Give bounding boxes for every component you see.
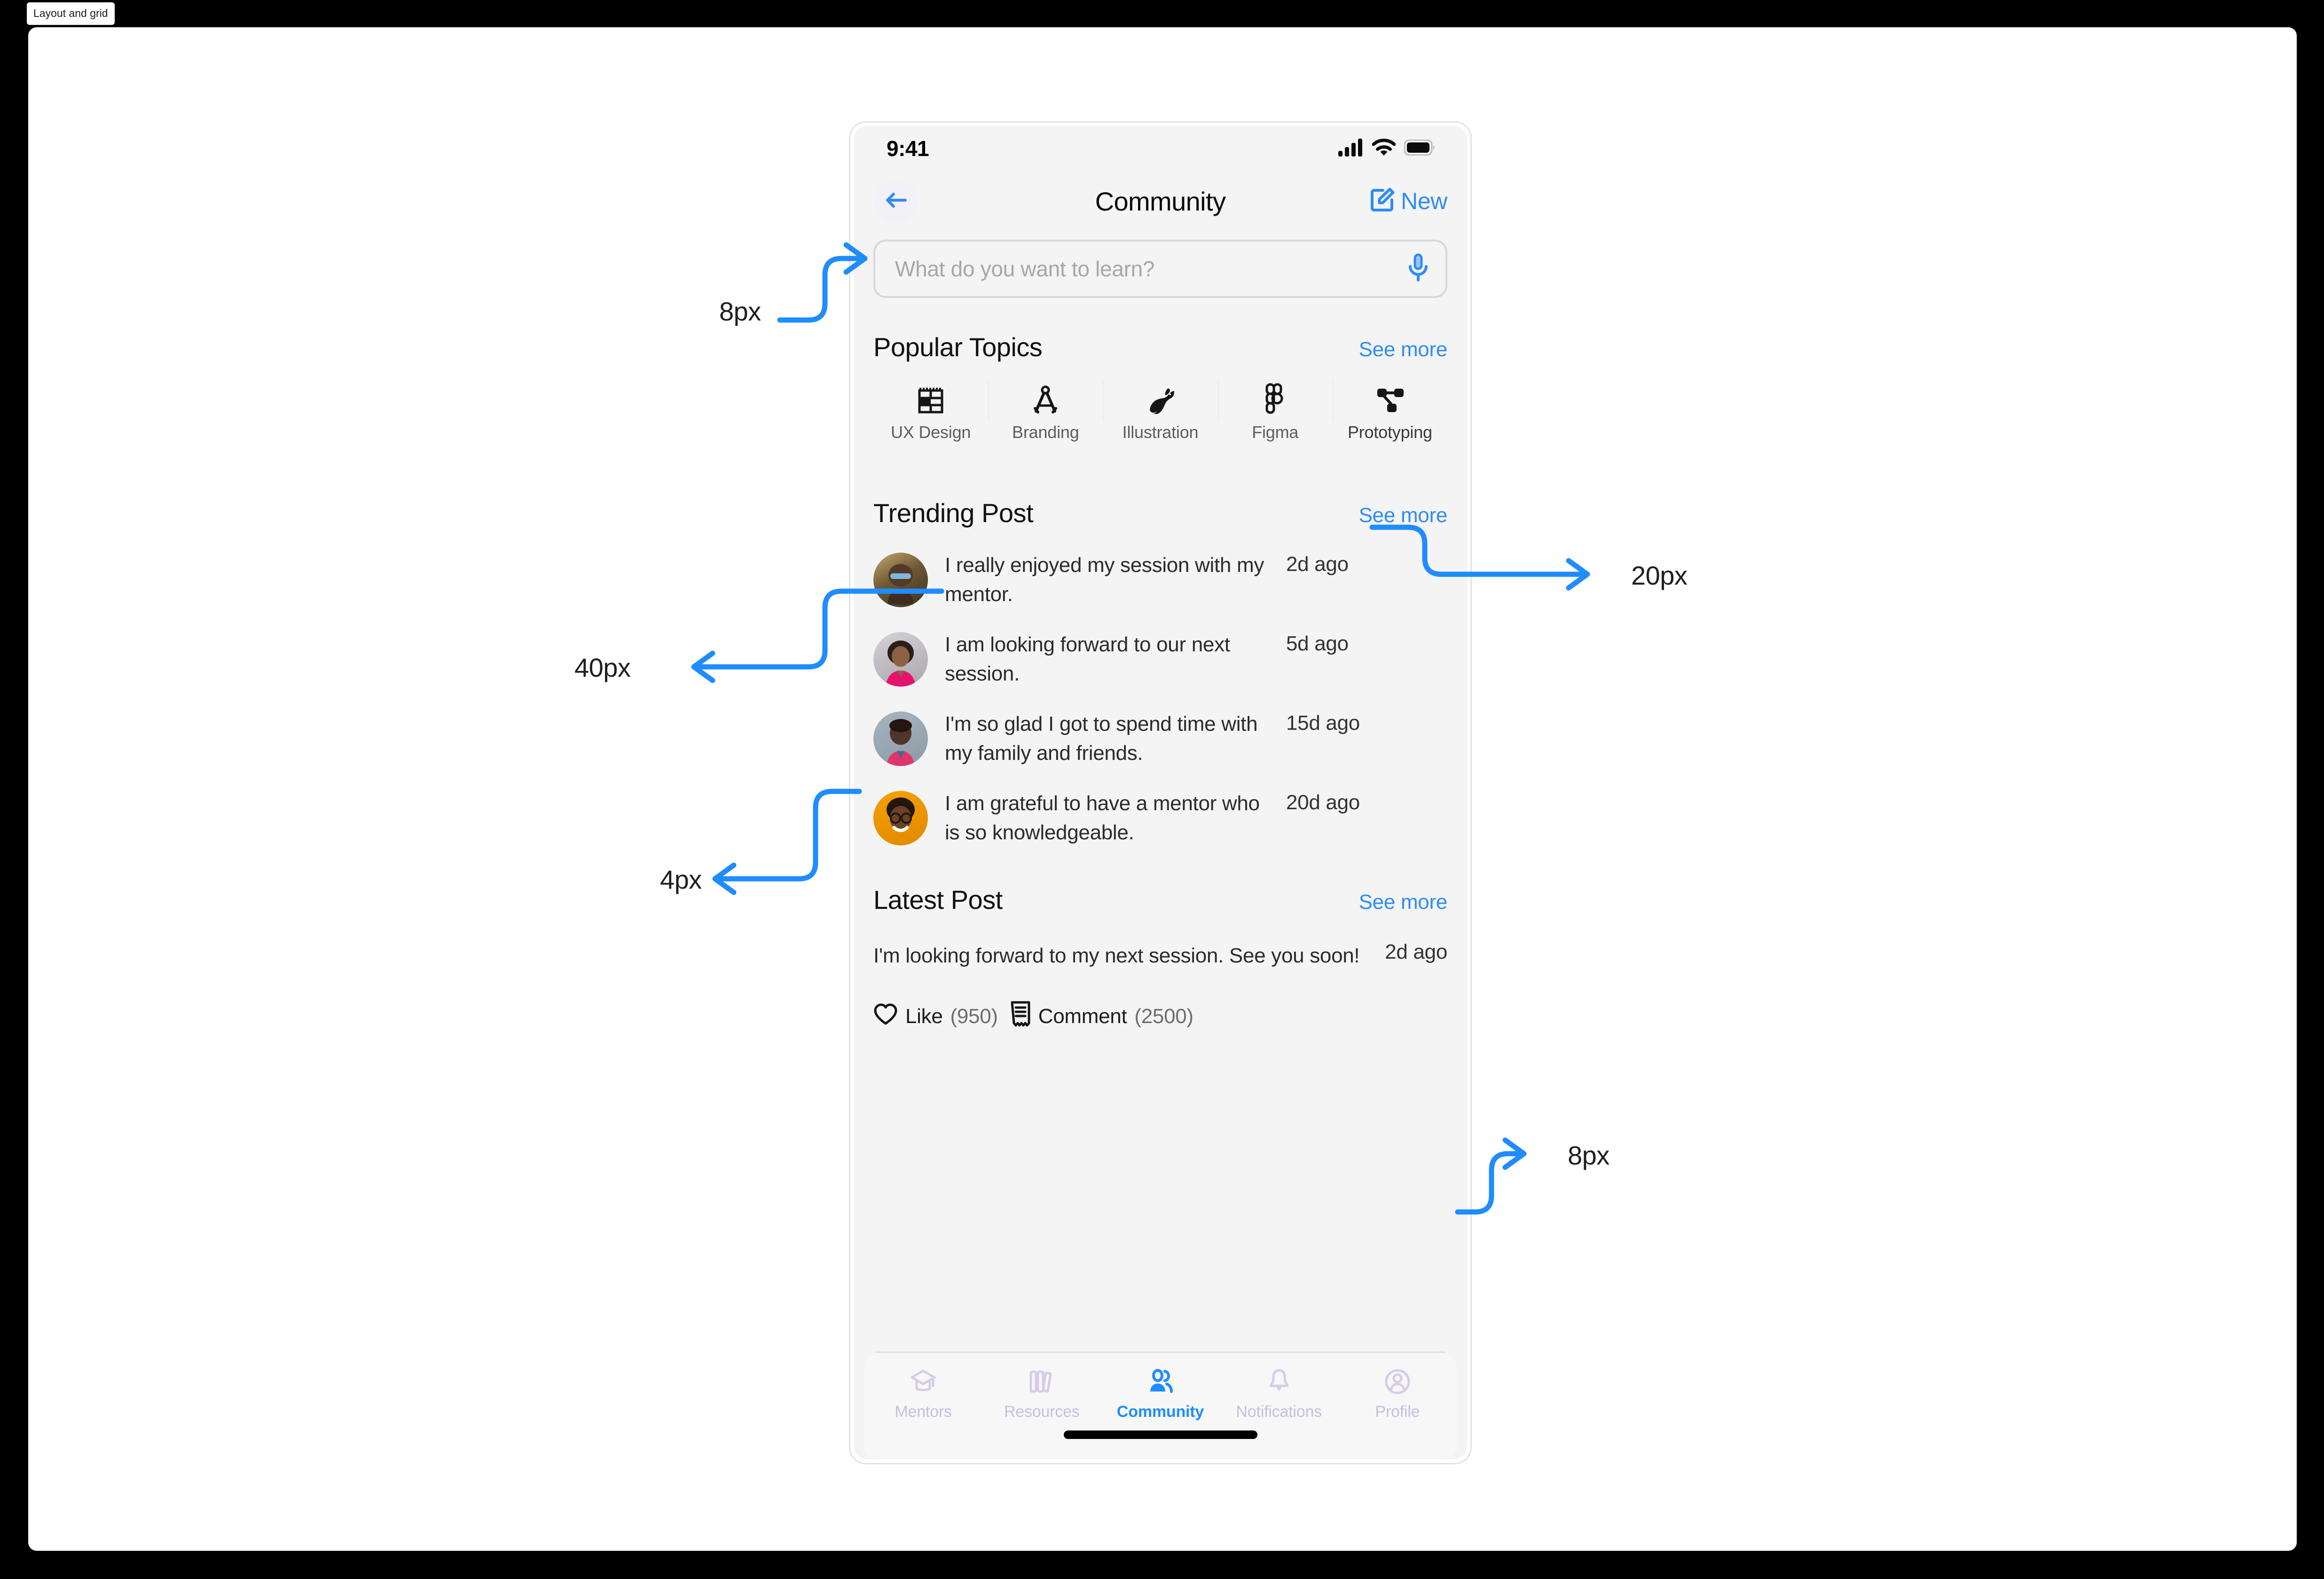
avatar (873, 711, 928, 766)
latest-post-time: 2d ago (1385, 940, 1447, 963)
list-item[interactable]: I'm so glad I got to spend time with my … (873, 699, 1447, 779)
microphone-icon[interactable] (1407, 253, 1429, 285)
graduation-cap-icon (910, 1367, 937, 1396)
flowchart-icon (1375, 377, 1405, 414)
popular-topics-title: Popular Topics (873, 332, 1043, 362)
back-button[interactable] (874, 180, 918, 223)
home-indicator (1063, 1430, 1257, 1439)
people-icon (1147, 1367, 1174, 1396)
new-post-label: New (1401, 188, 1447, 214)
tab-profile[interactable]: Profile (1338, 1367, 1457, 1421)
topic-label: Branding (1012, 422, 1079, 442)
post-text: I'm so glad I got to spend time with my … (945, 712, 1258, 765)
search-bar[interactable]: What do you want to learn? (873, 240, 1447, 298)
comment-label: Comment (1038, 1005, 1127, 1028)
arrow-left-icon (885, 190, 907, 212)
search-input[interactable]: What do you want to learn? (895, 256, 1407, 281)
bell-icon (1265, 1367, 1293, 1396)
latest-post-body: I'm looking forward to my next session. … (873, 940, 1447, 972)
popular-topics-header: Popular Topics See more (873, 332, 1447, 362)
like-label: Like (905, 1005, 943, 1028)
topic-prototyping[interactable]: Prototyping (1332, 377, 1447, 447)
post-actions: Like (950) Comment (2500) (873, 1001, 1447, 1032)
latest-post-text: I'm looking forward to my next session. … (873, 944, 1360, 967)
dove-icon (1145, 377, 1176, 414)
trending-post-title: Trending Post (873, 498, 1034, 528)
topic-label: Illustration (1122, 422, 1199, 442)
bottom-nav: Mentors Resources Community Notification… (854, 1352, 1467, 1460)
post-time: 5d ago (1286, 632, 1349, 655)
post-time: 20d ago (1286, 790, 1360, 814)
user-circle-icon (1384, 1367, 1411, 1396)
popular-topics-see-more[interactable]: See more (1359, 338, 1448, 361)
scroll-content[interactable]: What do you want to learn? Popular Topic… (854, 231, 1467, 1352)
trending-see-more[interactable]: See more (1359, 504, 1448, 527)
trending-post-list: I really enjoyed my session with my ment… (873, 540, 1447, 858)
topic-figma[interactable]: Figma (1217, 377, 1333, 447)
avatar (873, 791, 928, 846)
cellular-signal-icon (1338, 138, 1364, 159)
tab-notifications[interactable]: Notifications (1220, 1367, 1338, 1421)
list-item[interactable]: I am grateful to have a mentor who is so… (873, 779, 1447, 858)
tab-label: Profile (1375, 1403, 1420, 1421)
list-item[interactable]: I really enjoyed my session with my ment… (873, 540, 1447, 620)
list-item[interactable]: I am looking forward to our next session… (873, 620, 1447, 699)
trending-post-header: Trending Post See more (873, 498, 1447, 528)
topic-illustration[interactable]: Illustration (1103, 377, 1217, 447)
like-button[interactable]: Like (950) (873, 1003, 998, 1031)
new-post-button[interactable]: New (1369, 187, 1447, 216)
books-icon (1028, 1367, 1055, 1396)
wireframe-icon (918, 377, 943, 414)
tab-label: Community (1116, 1403, 1204, 1421)
topic-label: UX Design (890, 422, 971, 442)
compose-icon (1369, 187, 1395, 216)
topic-label: Prototyping (1347, 422, 1432, 442)
post-time: 2d ago (1286, 553, 1349, 576)
figma-icon (1265, 377, 1286, 414)
tab-label: Notifications (1236, 1403, 1322, 1421)
status-icons (1338, 138, 1435, 159)
post-time: 15d ago (1286, 711, 1360, 735)
tab-mentors[interactable]: Mentors (864, 1367, 982, 1421)
comment-count: (2500) (1134, 1005, 1193, 1028)
heart-icon (873, 1003, 898, 1031)
latest-post-header: Latest Post See more (873, 884, 1447, 915)
frame-label: Layout and grid (27, 2, 115, 25)
topics-list: UX Design Branding Illustration Figma Pr… (873, 377, 1447, 447)
like-count: (950) (950, 1005, 998, 1028)
comment-button[interactable]: Comment (2500) (1010, 1001, 1193, 1032)
nav-header: Community New (854, 171, 1467, 231)
post-text: I really enjoyed my session with my ment… (945, 554, 1264, 606)
battery-icon (1404, 139, 1435, 158)
tab-label: Mentors (895, 1403, 952, 1421)
tab-label: Resources (1004, 1403, 1080, 1421)
topic-branding[interactable]: Branding (988, 377, 1103, 447)
topic-label: Figma (1252, 422, 1299, 442)
status-bar: 9:41 (854, 126, 1467, 171)
comment-icon (1010, 1001, 1031, 1032)
phone-device-frame: 9:41 Community New What do you want to l… (849, 121, 1472, 1464)
avatar (873, 553, 928, 608)
topic-ux-design[interactable]: UX Design (873, 377, 988, 447)
latest-post-title: Latest Post (873, 884, 1003, 915)
tab-community[interactable]: Community (1101, 1367, 1219, 1421)
post-text: I am grateful to have a mentor who is so… (945, 791, 1260, 844)
status-time: 9:41 (887, 136, 929, 161)
wifi-icon (1372, 138, 1396, 159)
tab-resources[interactable]: Resources (982, 1367, 1101, 1421)
post-text: I am looking forward to our next session… (945, 633, 1230, 686)
tabbar: Mentors Resources Community Notification… (864, 1353, 1457, 1460)
avatar (873, 632, 928, 687)
latest-see-more[interactable]: See more (1359, 891, 1448, 914)
phone-screen: 9:41 Community New What do you want to l… (854, 126, 1467, 1460)
compass-icon (1032, 377, 1059, 414)
